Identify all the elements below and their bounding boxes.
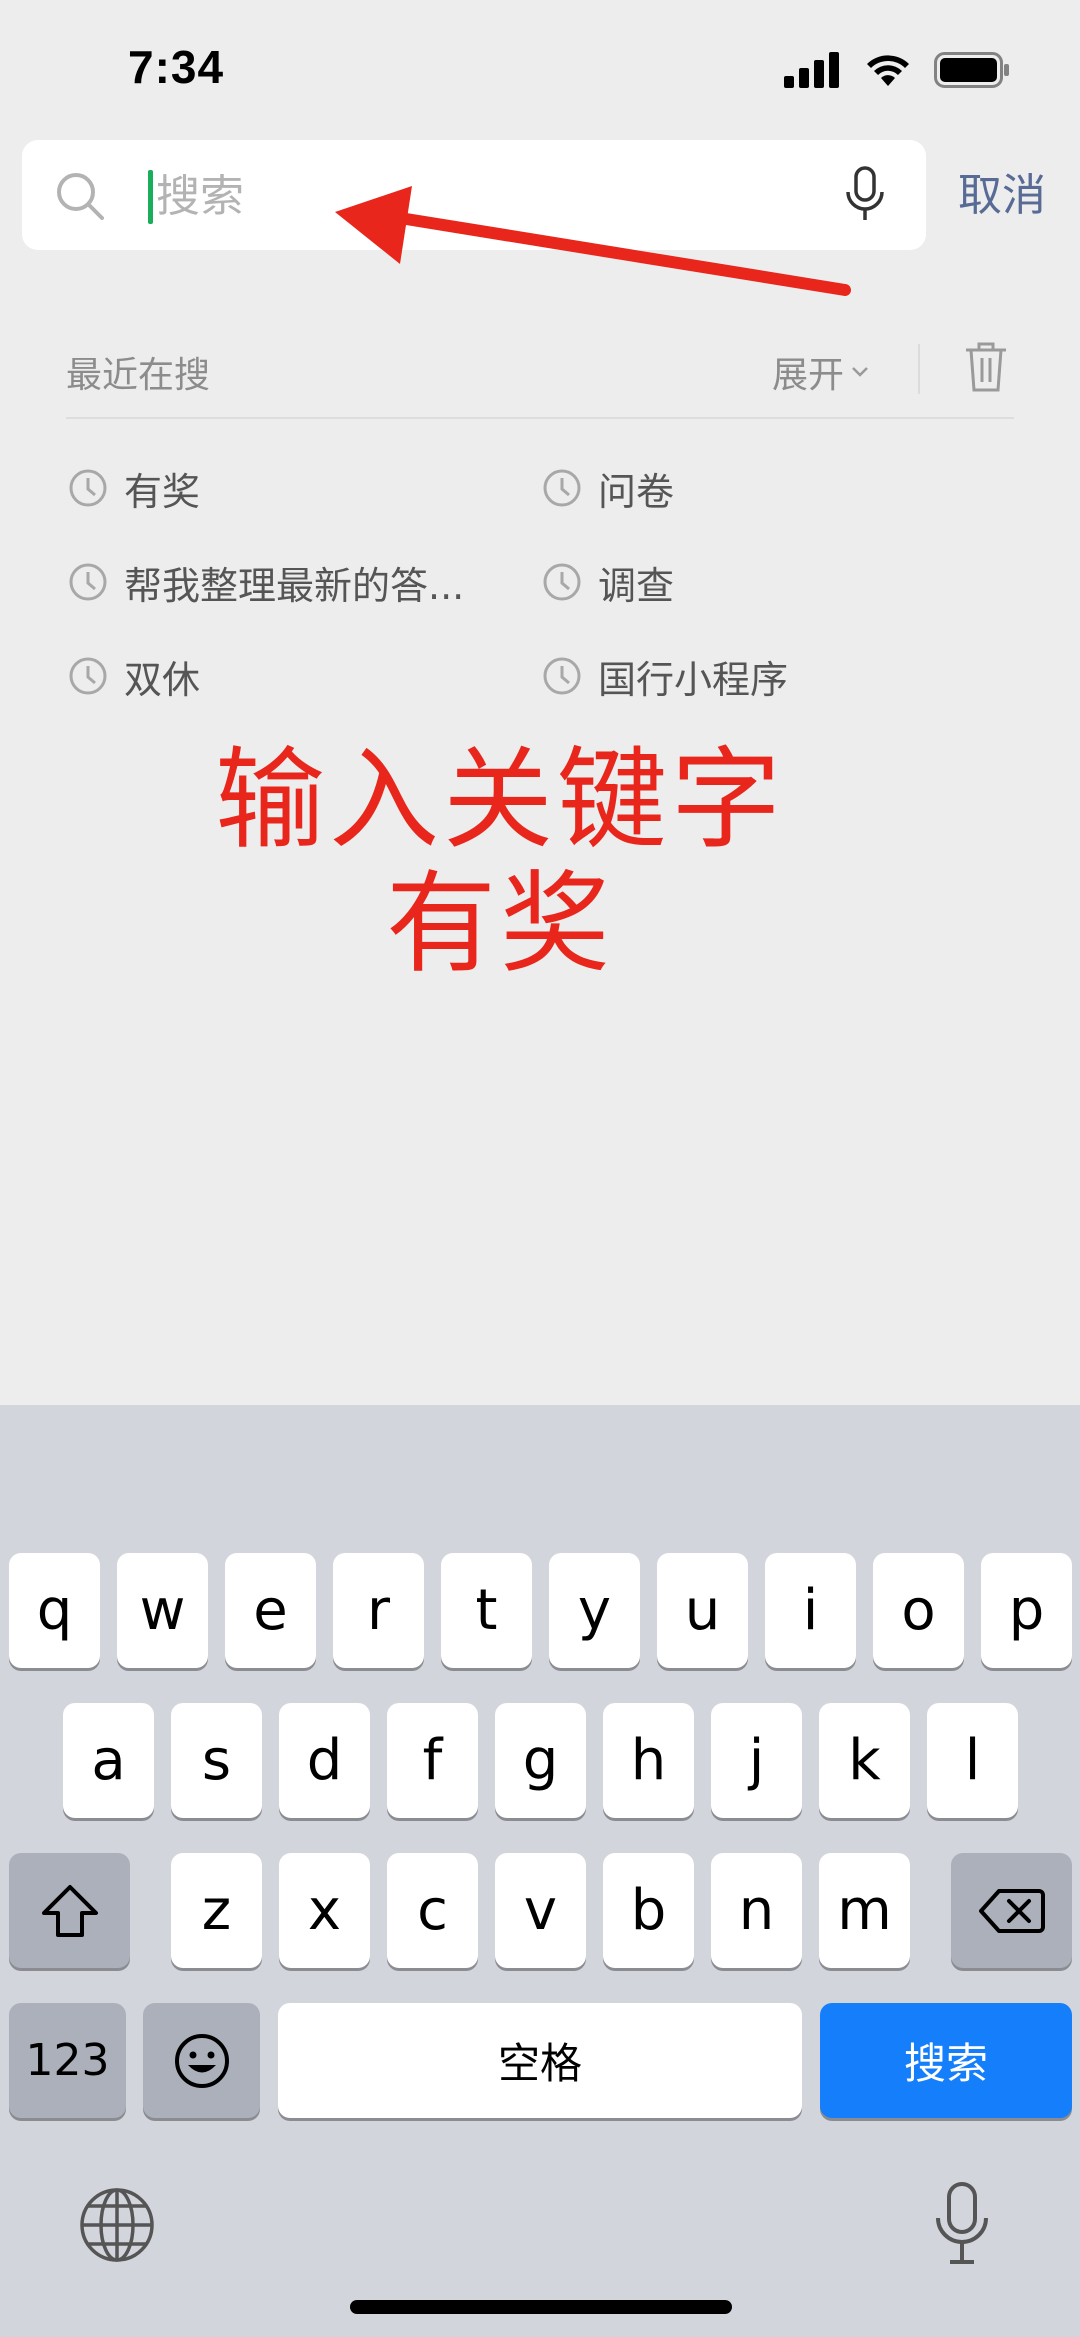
annotation-text: 输入关键字 有奖 bbox=[0, 738, 1080, 986]
dictation-icon[interactable] bbox=[932, 2180, 992, 2268]
history-item[interactable]: 问卷 bbox=[542, 458, 674, 518]
key-o[interactable]: o bbox=[873, 1553, 964, 1668]
key-g[interactable]: g bbox=[495, 1703, 586, 1818]
history-item[interactable]: 有奖 bbox=[68, 458, 200, 518]
recent-searches-title: 最近在搜 bbox=[66, 355, 211, 396]
space-key[interactable]: 空格 bbox=[278, 2003, 802, 2118]
key-l[interactable]: l bbox=[927, 1703, 1018, 1818]
key-s[interactable]: s bbox=[171, 1703, 262, 1818]
shift-key[interactable] bbox=[9, 1853, 130, 1968]
header-separator bbox=[918, 344, 920, 394]
history-item-label: 调查 bbox=[598, 563, 675, 608]
key-p[interactable]: p bbox=[981, 1553, 1072, 1668]
key-c[interactable]: c bbox=[387, 1853, 478, 1968]
search-key[interactable]: 搜索 bbox=[820, 2003, 1072, 2118]
key-f[interactable]: f bbox=[387, 1703, 478, 1818]
expand-button[interactable]: 展开 bbox=[772, 346, 870, 398]
clock-icon bbox=[543, 657, 581, 695]
history-item[interactable]: 调查 bbox=[542, 552, 674, 612]
key-t[interactable]: t bbox=[441, 1553, 532, 1668]
key-z[interactable]: z bbox=[171, 1853, 262, 1968]
annotation-line: 有奖 bbox=[386, 860, 614, 988]
key-m[interactable]: m bbox=[819, 1853, 910, 1968]
delete-key[interactable] bbox=[951, 1853, 1072, 1968]
recent-searches-header: 最近在搜 展开 bbox=[66, 340, 1014, 420]
key-q[interactable]: q bbox=[9, 1553, 100, 1668]
key-a[interactable]: a bbox=[63, 1703, 154, 1818]
history-item-label: 帮我整理最新的答... bbox=[124, 563, 465, 608]
key-r[interactable]: r bbox=[333, 1553, 424, 1668]
history-item-label: 有奖 bbox=[124, 469, 201, 514]
key-n[interactable]: n bbox=[711, 1853, 802, 1968]
key-i[interactable]: i bbox=[765, 1553, 856, 1668]
key-w[interactable]: w bbox=[117, 1553, 208, 1668]
clock-icon bbox=[69, 563, 107, 601]
expand-label: 展开 bbox=[772, 355, 845, 396]
shift-icon bbox=[41, 1884, 98, 1937]
clock-icon bbox=[69, 469, 107, 507]
numbers-key[interactable]: 123 bbox=[9, 2003, 126, 2118]
clock-icon bbox=[69, 657, 107, 695]
history-item[interactable]: 国行小程序 bbox=[542, 646, 788, 706]
key-u[interactable]: u bbox=[657, 1553, 748, 1668]
key-j[interactable]: j bbox=[711, 1703, 802, 1818]
delete-icon bbox=[978, 1888, 1045, 1933]
key-h[interactable]: h bbox=[603, 1703, 694, 1818]
chevron-down-icon bbox=[852, 367, 868, 377]
history-item-label: 问卷 bbox=[598, 469, 675, 514]
emoji-icon bbox=[174, 2033, 229, 2088]
annotation-arrow bbox=[335, 186, 851, 296]
key-b[interactable]: b bbox=[603, 1853, 694, 1968]
history-item[interactable]: 双休 bbox=[68, 646, 200, 706]
home-indicator[interactable] bbox=[350, 2300, 732, 2314]
clock-icon bbox=[543, 563, 581, 601]
trash-icon[interactable] bbox=[962, 340, 1010, 394]
divider bbox=[66, 417, 1014, 419]
history-item-label: 国行小程序 bbox=[598, 657, 789, 702]
key-y[interactable]: y bbox=[549, 1553, 640, 1668]
key-x[interactable]: x bbox=[279, 1853, 370, 1968]
key-k[interactable]: k bbox=[819, 1703, 910, 1818]
history-item[interactable]: 帮我整理最新的答... bbox=[68, 552, 464, 612]
emoji-key[interactable] bbox=[143, 2003, 260, 2118]
key-d[interactable]: d bbox=[279, 1703, 370, 1818]
annotation-line: 输入关键字 bbox=[215, 736, 785, 864]
key-e[interactable]: e bbox=[225, 1553, 316, 1668]
history-item-label: 双休 bbox=[124, 657, 201, 702]
clock-icon bbox=[543, 469, 581, 507]
key-v[interactable]: v bbox=[495, 1853, 586, 1968]
globe-icon[interactable] bbox=[78, 2186, 156, 2264]
